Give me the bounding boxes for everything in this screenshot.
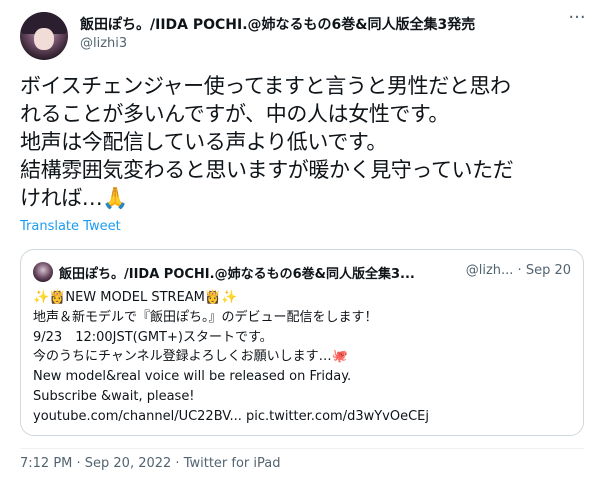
tweet-line: ボイスチェンジャー使ってますと言うと男性だと思わ	[20, 74, 511, 98]
quoted-author-avatar	[33, 262, 53, 282]
translate-tweet-link[interactable]: Translate Tweet	[20, 219, 121, 234]
tweet-text: ボイスチェンジャー使ってますと言うと男性だと思わ れることが多いんですが、中の人…	[20, 72, 592, 212]
quoted-tweet-meta: @lizh... · Sep 20	[465, 263, 571, 278]
quoted-line: New model&real voice will be released on…	[33, 369, 352, 385]
quoted-line: youtube.com/channel/UC22BV... pic.twitte…	[33, 408, 429, 424]
tweet-line: 結構雰囲気変わると思いますが暖かく見守っていただ	[20, 158, 514, 182]
author-avatar[interactable]	[20, 12, 68, 60]
tweet-line: 地声は今配信している声より低いです。	[20, 130, 388, 154]
avatar-face	[34, 28, 54, 50]
author-display-name[interactable]: 飯田ぽち。/IIDA POCHI.@姉なるもの6巻&同人版全集3発売	[80, 14, 475, 34]
tweet-timestamp[interactable]: 7:12 PM · Sep 20, 2022 · Twitter for iPa…	[20, 456, 281, 471]
divider	[20, 448, 584, 449]
quoted-line: ✨👸NEW MODEL STREAM👸✨	[33, 290, 238, 305]
author-handle[interactable]: @lizhi3	[80, 36, 127, 51]
quoted-line: 9/23 12:00JST(GMT+)スタートです。	[33, 329, 273, 345]
tweet-line: ければ…🙏	[20, 186, 129, 210]
quoted-line: 地声＆新モデルで『飯田ぽち。』のデビュー配信をします！	[33, 309, 378, 325]
quoted-tweet-card[interactable]: 飯田ぽち。/IIDA POCHI.@姉なるもの6巻&同人版全集3... @liz…	[20, 249, 584, 436]
quoted-line: 今のうちにチャンネル登録よろしくお願いします…🐙	[33, 349, 348, 365]
more-icon[interactable]: ···	[566, 9, 588, 30]
quoted-tweet-text: ✨👸NEW MODEL STREAM👸✨ 地声＆新モデルで『飯田ぽち。』のデビュ…	[33, 288, 573, 427]
quoted-author-name: 飯田ぽち。/IIDA POCHI.@姉なるもの6巻&同人版全集3...	[59, 267, 415, 282]
quoted-line: Subscribe &wait, please!	[33, 388, 195, 404]
tweet-line: れることが多いんですが、中の人は女性です。	[20, 102, 450, 126]
